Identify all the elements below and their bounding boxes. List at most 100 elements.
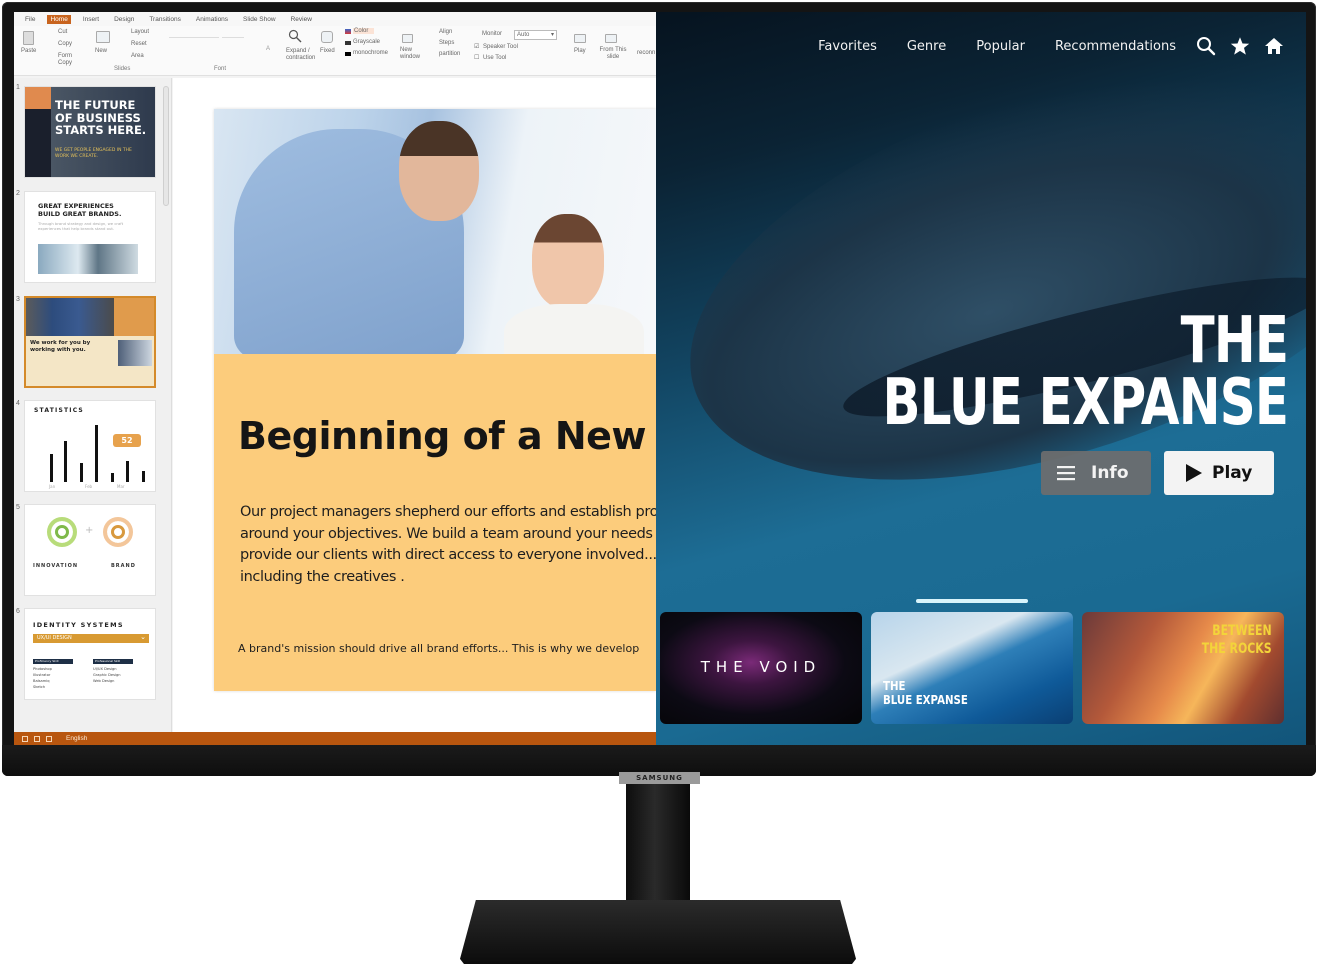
grayscale-mode-button[interactable]: Grayscale [353, 39, 380, 45]
slide-title[interactable]: Beginning of a New E [238, 414, 656, 458]
brand-label: BRAND [111, 563, 136, 569]
language-indicator[interactable]: English [66, 735, 87, 742]
slide-sorter-icon[interactable] [34, 735, 40, 742]
slide-footer-text[interactable]: A brand's mission should drive all brand… [238, 642, 639, 655]
steps-button[interactable]: Steps [439, 40, 454, 46]
grayscale-swatch-icon [345, 41, 351, 45]
home-icon[interactable] [1264, 36, 1284, 56]
person-woman-head [532, 214, 604, 309]
reconnect-button[interactable]: reconn [637, 50, 655, 56]
play-icon[interactable] [574, 34, 586, 43]
font-size-dropdown[interactable] [222, 29, 244, 38]
fixed-icon[interactable] [321, 31, 333, 43]
color-mode-button[interactable]: Color [353, 28, 375, 34]
reading-view-icon[interactable] [46, 735, 52, 742]
content-card-blue-expanse[interactable]: THE BLUE EXPANSE [871, 612, 1073, 724]
skill-item: Web Design [93, 679, 115, 683]
new-window-icon[interactable] [402, 34, 413, 43]
new-slide-button[interactable]: New [95, 48, 107, 54]
card-title-line-2: THE ROCKS [1202, 641, 1272, 657]
chevron-down-icon: ▾ [551, 32, 555, 38]
slide-thumbnail-2[interactable]: GREAT EXPERIENCES BUILD GREAT BRANDS. Th… [24, 191, 156, 283]
font-color-button[interactable]: A [266, 46, 270, 52]
from-this-slide-button[interactable]: From This slide [599, 47, 627, 61]
nav-popular[interactable]: Popular [976, 39, 1025, 54]
copy-button[interactable]: Copy [58, 41, 72, 47]
content-card-the-void[interactable]: THE VOID [660, 612, 862, 724]
search-icon[interactable] [288, 29, 302, 43]
skill-item: Sketch [33, 685, 46, 689]
slide-thumbnail-6[interactable]: IDENTITY SYSTEMS UX/UI DESIGN ⌄ Proficie… [24, 608, 156, 700]
play-from-start-button[interactable]: Play [574, 48, 586, 54]
nav-genre[interactable]: Genre [907, 39, 946, 54]
thumbnail-scrollbar[interactable] [163, 86, 169, 206]
tab-file[interactable]: File [22, 15, 38, 24]
ux-dropdown: UX/UI DESIGN ⌄ [33, 633, 149, 643]
area-button[interactable]: Area [131, 53, 144, 59]
ux-dropdown-label: UX/UI DESIGN [37, 635, 72, 641]
slide-thumbnail-5[interactable]: + INNOVATION BRAND [24, 504, 156, 596]
tab-home[interactable]: Home [47, 14, 71, 24]
nav-recommendations[interactable]: Recommendations [1055, 39, 1176, 54]
info-button[interactable]: Info [1041, 451, 1151, 495]
monitor-select[interactable]: Auto ▾ [514, 30, 557, 40]
thumb-number: 1 [16, 84, 20, 91]
play-button-label: Play [1212, 463, 1253, 483]
tab-review[interactable]: Review [288, 15, 315, 24]
star-icon[interactable] [1230, 36, 1250, 56]
new-slide-icon[interactable] [96, 31, 110, 43]
body-line: including the creatives . [240, 568, 405, 585]
thumb-title: GREAT EXPERIENCES BUILD GREAT BRANDS. [38, 202, 122, 218]
current-slide[interactable]: Beginning of a New E Our project manager… [214, 109, 656, 691]
speaker-tool-checkbox[interactable]: ☑ [474, 43, 479, 50]
slide-thumbnail-pane: 1 THE FUTURE OF BUSINESS STARTS HERE. WE… [14, 78, 172, 732]
use-tool-label: Use Tool [483, 55, 507, 61]
content-card-between-the-rocks[interactable]: BETWEEN THE ROCKS [1082, 612, 1284, 724]
color-swatch-icon [345, 29, 351, 34]
tab-slide-show[interactable]: Slide Show [240, 15, 279, 24]
card-title-line-2: BLUE EXPANSE [883, 693, 968, 707]
use-tool-checkbox[interactable]: ☐ [474, 54, 479, 61]
paste-button[interactable]: Paste [21, 48, 36, 54]
tab-animations[interactable]: Animations [193, 15, 231, 24]
card-title: THE BLUE EXPANSE [883, 679, 968, 707]
slide-body-text[interactable]: Our project managers shepherd our effort… [240, 502, 656, 588]
thumb-photo [26, 298, 114, 336]
layout-button[interactable]: Layout [131, 29, 149, 35]
monochrome-mode-button[interactable]: monochrome [353, 50, 388, 56]
font-name-dropdown[interactable] [169, 29, 219, 38]
slide-thumbnail-1[interactable]: THE FUTURE OF BUSINESS STARTS HERE. WE G… [24, 86, 156, 178]
brand-icon [103, 517, 133, 547]
new-window-button[interactable]: New window [400, 47, 422, 61]
tab-insert[interactable]: Insert [80, 15, 102, 24]
play-button[interactable]: Play [1164, 451, 1274, 495]
tab-design[interactable]: Design [111, 15, 137, 24]
menu-tabs: File Home Insert Design Transitions Anim… [14, 12, 656, 26]
slide-editing-canvas[interactable]: Beginning of a New E Our project manager… [173, 78, 656, 732]
thumb-subtitle: WE GET PEOPLE ENGAGED IN THE WORK WE CRE… [55, 148, 132, 159]
skill-item: Illustrator [33, 673, 51, 677]
from-this-slide-icon[interactable] [605, 34, 617, 43]
normal-view-icon[interactable] [22, 735, 28, 742]
partition-button[interactable]: partition [439, 51, 460, 57]
tab-transitions[interactable]: Transitions [146, 15, 184, 24]
slide-photo [214, 109, 656, 354]
search-icon[interactable] [1196, 36, 1216, 56]
format-copy-button[interactable]: Form Copy [58, 53, 78, 67]
slide-thumbnail-3[interactable]: We work for you by working with you. [24, 296, 156, 388]
reset-button[interactable]: Reset [131, 41, 147, 47]
expand-contraction-button[interactable]: Expand / contraction [286, 48, 322, 62]
nav-favorites[interactable]: Favorites [818, 39, 877, 54]
align-button[interactable]: Align [439, 29, 452, 35]
fixed-button[interactable]: Fixed [320, 48, 335, 54]
chart-bar [126, 461, 129, 482]
status-bar: English [14, 732, 656, 745]
cut-button[interactable]: Cut [58, 29, 67, 35]
top-navigation: Favorites Genre Popular Recommendations [818, 36, 1306, 56]
slide-text-box[interactable]: Beginning of a New E Our project manager… [214, 354, 656, 691]
thumb-side-panel [114, 298, 154, 336]
slide-thumbnail-4[interactable]: STATISTICS 52 Jan Feb Mar [24, 400, 156, 492]
chart-bar [142, 471, 145, 482]
paste-icon[interactable] [23, 31, 34, 45]
monitor-stand-base [460, 900, 856, 964]
